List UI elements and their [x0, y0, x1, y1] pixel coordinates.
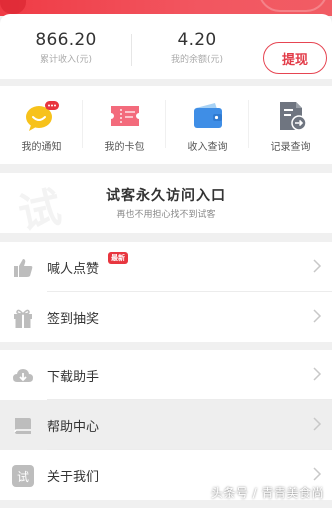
banner-title: 试客永久访问入口: [106, 188, 226, 204]
ticket-icon: [110, 106, 139, 126]
banner-decoration: [0, 0, 26, 14]
chevron-right-icon: [313, 309, 322, 323]
menu-item-download-helper[interactable]: 下载助手: [0, 350, 332, 400]
quick-menu-record-query[interactable]: 记录查询: [249, 86, 332, 164]
chevron-right-icon: [313, 467, 322, 481]
withdraw-button[interactable]: 提现: [263, 42, 327, 74]
menu-group-primary: 喊人点赞 最新 签到抽奖: [0, 242, 332, 342]
quick-menu-card-wallet[interactable]: 我的卡包: [83, 86, 166, 164]
menu-item-call-likes[interactable]: 喊人点赞 最新: [0, 242, 332, 292]
total-income-label: 累计收入(元): [39, 55, 93, 65]
menu-item-checkin-lottery[interactable]: 签到抽奖: [0, 292, 332, 342]
chevron-right-icon: [313, 259, 322, 273]
menu-item-label: 喊人点赞: [47, 262, 100, 277]
menu-item-label: 下载助手: [47, 370, 100, 385]
menu-group-secondary: 下载助手 帮助中心 试 关于我们: [0, 350, 332, 500]
info-badge-text: 试: [16, 469, 29, 484]
banner-decoration-arc: [258, 0, 328, 12]
quick-menu-notifications[interactable]: 我的通知: [0, 86, 83, 164]
total-income-stat: 866.20 累计收入(元): [26, 30, 106, 65]
document-arrow-icon: [279, 102, 307, 131]
cloud-download-icon: [13, 369, 33, 382]
chevron-right-icon: [313, 417, 322, 431]
quick-menu-label: 我的卡包: [104, 142, 145, 153]
new-badge: 最新: [108, 252, 128, 264]
gift-icon: [14, 309, 32, 328]
menu-item-label: 关于我们: [47, 470, 100, 485]
quick-menu-label: 我的通知: [21, 142, 62, 153]
menu-item-label: 签到抽奖: [47, 312, 100, 327]
banner-subtitle: 再也不用担心找不到试客: [116, 210, 216, 220]
balance-stat: 4.20 我的余额(元): [157, 30, 237, 65]
balance-label: 我的余额(元): [170, 55, 224, 65]
chevron-right-icon: [313, 367, 322, 381]
source-watermark: 头条号 / 青青美食尚: [210, 486, 324, 500]
menu-item-help-center[interactable]: 帮助中心: [0, 400, 332, 450]
divider: [131, 34, 132, 66]
thumbs-up-icon: [14, 259, 33, 277]
chat-bubble-icon: [25, 101, 59, 131]
book-icon: [14, 418, 31, 434]
quick-menu-income-query[interactable]: 收入查询: [166, 86, 249, 164]
info-badge-icon: 试: [12, 465, 34, 487]
trial-entry-banner[interactable]: 试 试客永久访问入口 再也不用担心找不到试客: [0, 173, 332, 233]
balance-value: 4.20: [177, 30, 217, 50]
menu-item-label: 帮助中心: [47, 420, 100, 435]
quick-menu-label: 收入查询: [187, 142, 228, 153]
total-income-value: 866.20: [35, 30, 97, 50]
wallet-card: 866.20 累计收入(元) 4.20 我的余额(元) 提现: [0, 14, 332, 79]
quick-menu-label: 记录查询: [270, 142, 311, 153]
wallet-icon: [193, 103, 222, 128]
quick-menu: 我的通知 我的卡包 收入查询 记录查询: [0, 86, 332, 164]
